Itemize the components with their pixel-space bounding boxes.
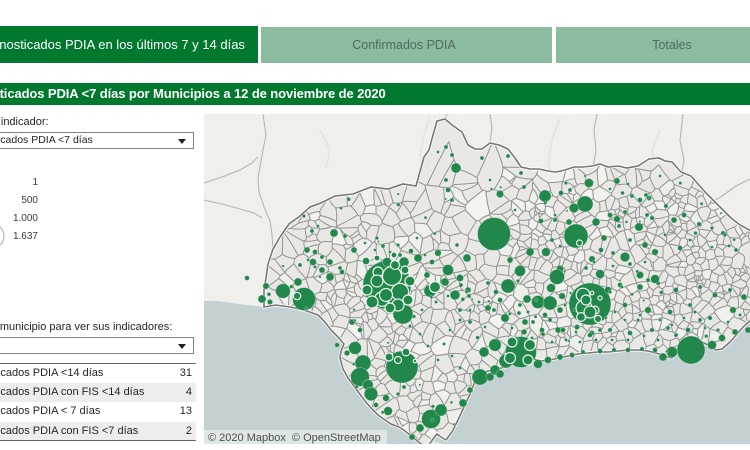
svg-text:© 2020 Mapbox © OpenStreetMap: © 2020 Mapbox © OpenStreetMap (208, 432, 381, 444)
